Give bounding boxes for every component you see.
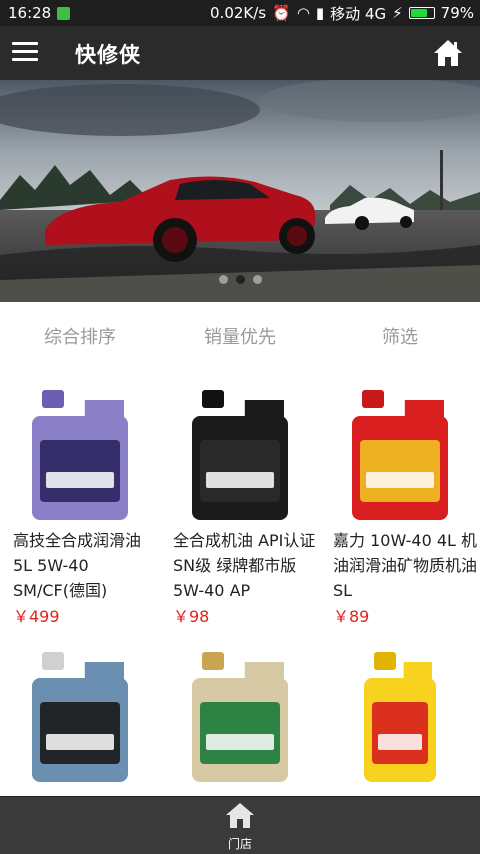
- page-title: 快修侠: [75, 43, 141, 67]
- oil-can-icon: [32, 390, 128, 520]
- product-image-2: [320, 374, 480, 524]
- product-price-2: ￥89: [333, 607, 370, 626]
- wechat-notification-icon: [57, 6, 71, 20]
- product-image-1: [160, 374, 320, 524]
- alarm-icon: ⏰: [272, 4, 291, 22]
- product-image-3: [0, 636, 160, 786]
- sort-tab-sales[interactable]: 销量优先: [160, 302, 320, 374]
- hamburger-icon[interactable]: [12, 42, 38, 62]
- battery-icon: [408, 7, 435, 19]
- oil-can-icon: [192, 652, 288, 782]
- tab-store[interactable]: 门店: [210, 801, 270, 851]
- oil-can-icon: [32, 652, 128, 782]
- oil-can-icon: [364, 652, 436, 782]
- product-price-1: ￥98: [173, 607, 210, 626]
- status-bar: 16:28 0.02K/s ⏰ ◠ ▮ 移动 4G ⚡ 79%: [0, 0, 480, 26]
- battery-level: [410, 9, 428, 17]
- charging-icon: ⚡: [392, 4, 403, 22]
- home-icon[interactable]: [432, 38, 464, 68]
- sort-bar: 综合排序 销量优先 筛选: [0, 302, 480, 374]
- signal-icon: ▮: [315, 4, 325, 22]
- product-name-2: 嘉力 10W-40 4L 机油润滑油矿物质机油SL: [333, 531, 478, 600]
- product-image-0: [0, 374, 160, 524]
- sort-tab-comprehensive[interactable]: 综合排序: [0, 302, 160, 374]
- sort-tab-filter[interactable]: 筛选: [320, 302, 480, 374]
- product-name-1: 全合成机油 API认证SN级 绿牌都市版5W-40 AP: [173, 531, 316, 600]
- status-time: 16:28: [8, 4, 52, 22]
- carrier-label: 移动 4G: [330, 4, 387, 23]
- oil-can-icon: [192, 390, 288, 520]
- tab-store-label: 门店: [227, 837, 252, 851]
- wifi-icon: ◠: [296, 4, 310, 22]
- banner-dot[interactable]: [252, 275, 262, 284]
- product-name-0: 高技全合成润滑油5L 5W-40 SM/CF(德国): [13, 531, 142, 600]
- banner-dot[interactable]: [218, 275, 228, 284]
- bottom-nav: 门店: [0, 796, 480, 854]
- product-price-0: ￥499: [13, 607, 60, 626]
- product-image-4: [160, 636, 320, 786]
- banner-dot[interactable]: [235, 275, 245, 284]
- oil-can-icon: [352, 390, 448, 520]
- banner-pagination[interactable]: [0, 275, 480, 284]
- battery-percent: 79%: [440, 4, 474, 22]
- app-header: 快修侠: [0, 26, 480, 80]
- network-speed: 0.02K/s: [210, 4, 267, 22]
- store-home-icon: [226, 803, 254, 828]
- product-image-5: [320, 636, 480, 786]
- banner-image: [0, 80, 480, 302]
- promo-banner[interactable]: [0, 80, 480, 302]
